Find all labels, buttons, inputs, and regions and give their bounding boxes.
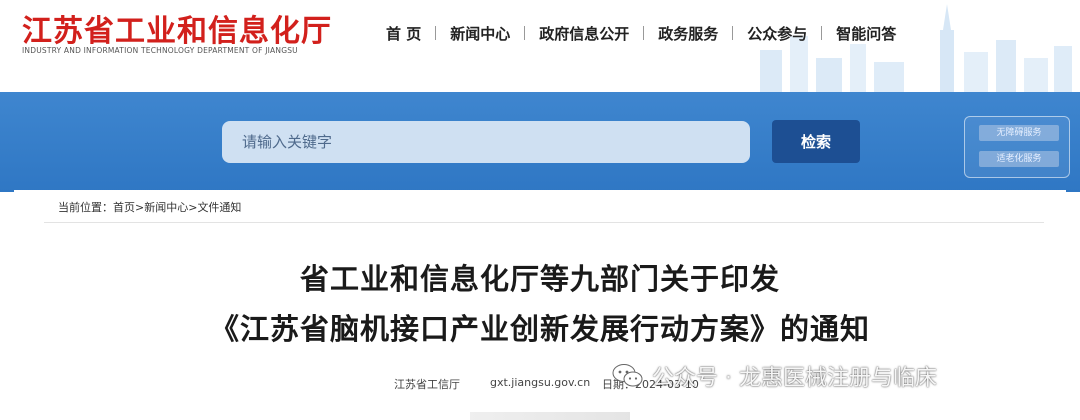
breadcrumb-news[interactable]: 新闻中心 <box>144 201 188 214</box>
breadcrumb-sep: > <box>135 201 145 214</box>
site-title[interactable]: 江苏省工业和信息化厅 <box>22 6 332 50</box>
nav-item-qa[interactable]: 智能问答 <box>822 23 910 44</box>
elderly-mode-link[interactable]: 适老化服务 <box>979 151 1059 167</box>
article-source: 江苏省工信厅 <box>394 378 460 391</box>
article-title-line2: 《江苏省脑机接口产业创新发展行动方案》的通知 <box>209 312 870 346</box>
accessibility-link[interactable]: 无障碍服务 <box>979 125 1059 141</box>
article-site: gxt.jiangsu.gov.cn <box>490 376 591 389</box>
search-button[interactable]: 检索 <box>772 120 860 163</box>
breadcrumb-home[interactable]: 首页 <box>113 201 135 214</box>
nav-item-news[interactable]: 新闻中心 <box>436 23 524 44</box>
accessibility-panel: 无障碍服务 适老化服务 <box>964 116 1070 178</box>
nav-item-home[interactable]: 首 页 <box>372 23 435 44</box>
wechat-icon <box>612 364 643 387</box>
skyline-decoration <box>760 4 1072 92</box>
breadcrumb: 当前位置：首页>新闻中心>文件通知 <box>58 199 241 215</box>
breadcrumb-prefix: 当前位置： <box>58 201 113 214</box>
nav-item-participation[interactable]: 公众参与 <box>733 23 821 44</box>
article-title-line1: 省工业和信息化厅等九部门关于印发 <box>299 262 780 296</box>
breadcrumb-notices[interactable]: 文件通知 <box>197 201 241 214</box>
nav-item-services[interactable]: 政务服务 <box>644 23 732 44</box>
breadcrumb-divider <box>44 222 1044 223</box>
site-subtitle: INDUSTRY AND INFORMATION TECHNOLOGY DEPA… <box>22 46 298 55</box>
watermark-text: 公众号 · 龙惠医械注册与临床 <box>652 366 937 391</box>
search-input[interactable] <box>222 121 750 163</box>
wechat-watermark: 公众号 · 龙惠医械注册与临床 <box>612 360 937 392</box>
nav-item-gov-info[interactable]: 政府信息公开 <box>525 23 643 44</box>
site-header: 江苏省工业和信息化厅 INDUSTRY AND INFORMATION TECH… <box>0 0 1080 92</box>
cropped-content <box>470 412 630 420</box>
main-nav: 首 页 新闻中心 政府信息公开 政务服务 公众参与 智能问答 <box>372 22 910 44</box>
